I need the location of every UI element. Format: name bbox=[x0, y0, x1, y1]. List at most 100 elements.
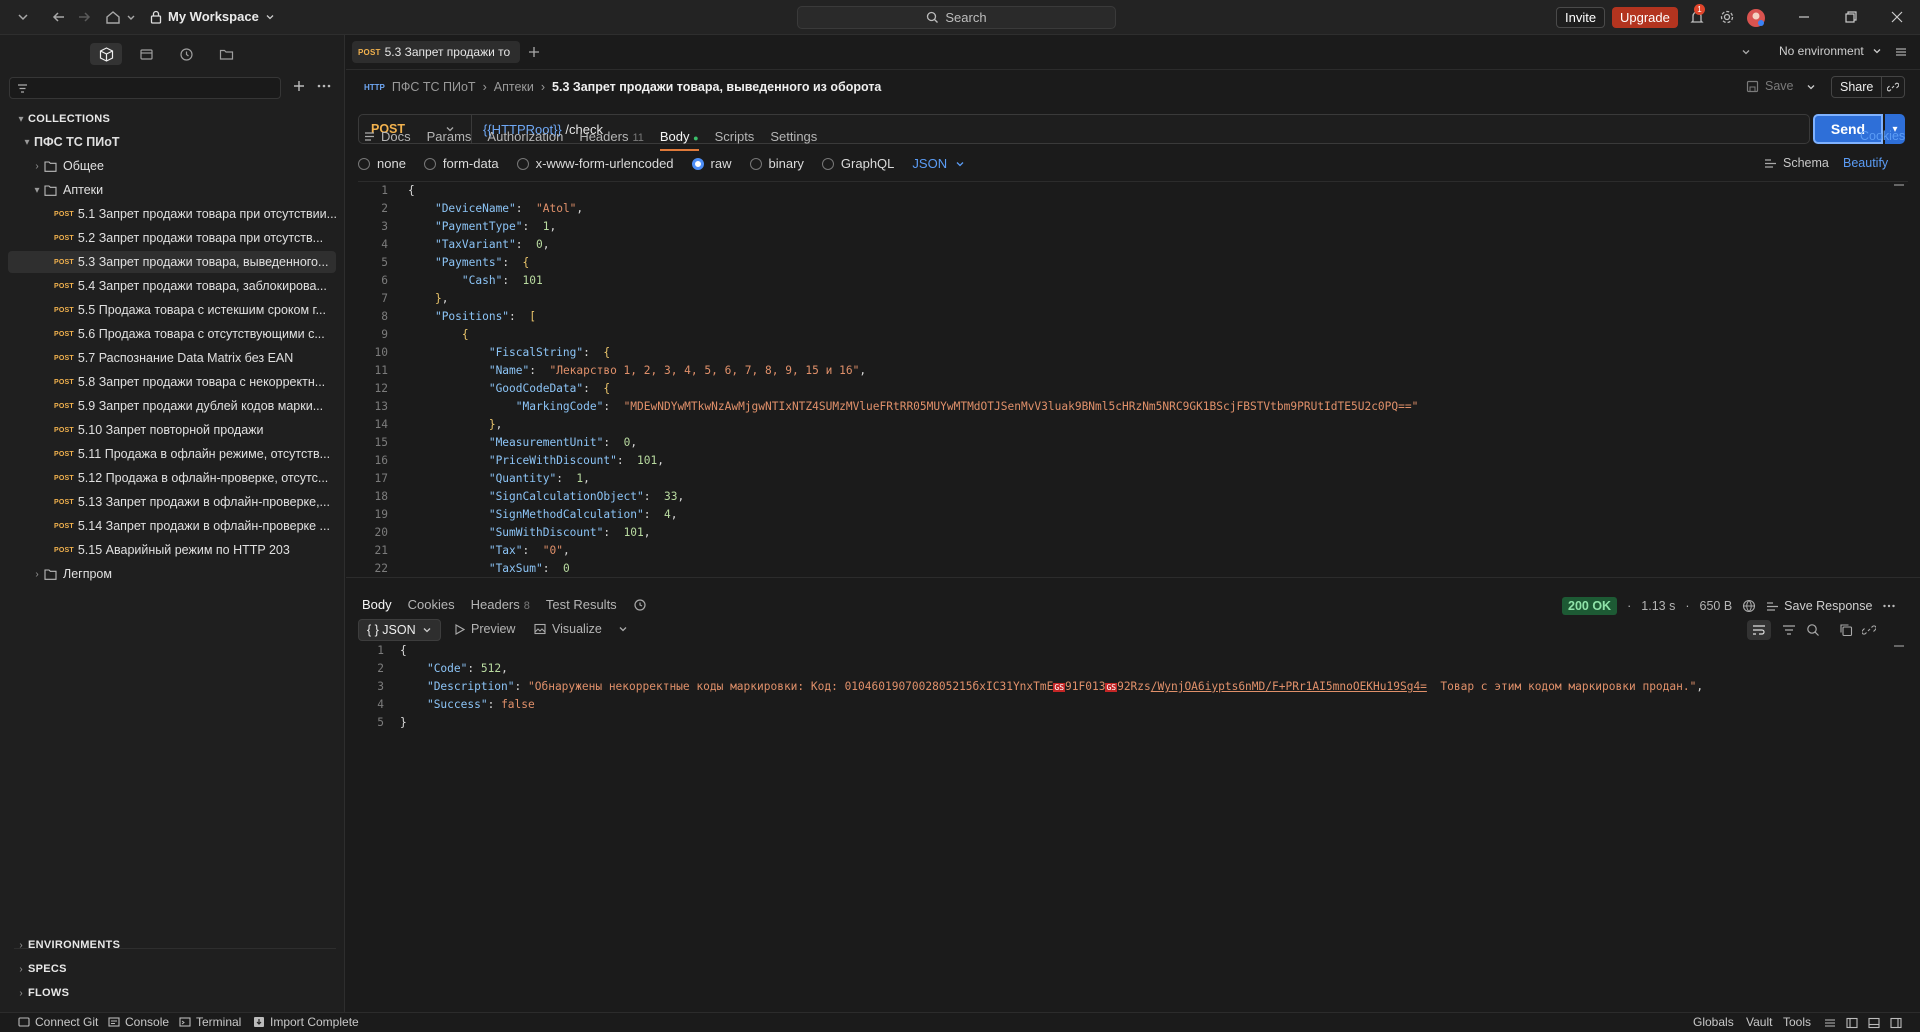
tab-scripts[interactable]: Scripts bbox=[715, 129, 755, 144]
folder-item-legprom[interactable]: › Легпром bbox=[30, 563, 368, 585]
radio-graphql[interactable]: GraphQL bbox=[821, 156, 894, 171]
sidebar-request-item[interactable]: POST 5.3 Запрет продажи товара, выведенно… bbox=[8, 251, 336, 273]
workspace-switcher[interactable]: My Workspace bbox=[150, 9, 275, 24]
save-button[interactable]: Save bbox=[1746, 79, 1794, 93]
schema-button[interactable]: Schema bbox=[1764, 156, 1829, 170]
specs-section[interactable]: › SPECS bbox=[14, 958, 352, 980]
sidebar-request-item[interactable]: POST 5.13 Запрет продажи в офлайн-проверк… bbox=[54, 491, 392, 513]
import-status[interactable]: Import Complete bbox=[253, 1015, 359, 1029]
response-scrollbar[interactable] bbox=[1894, 645, 1904, 647]
new-tab-icon[interactable] bbox=[526, 44, 542, 60]
body-format-select[interactable]: JSON bbox=[912, 156, 965, 171]
response-tab-test-results[interactable]: Test Results bbox=[546, 597, 617, 612]
collections-section-header[interactable]: ▾ COLLECTIONS bbox=[14, 108, 352, 130]
folder-item-general[interactable]: › Общее bbox=[30, 155, 368, 177]
forward-arrow-icon[interactable] bbox=[75, 8, 93, 26]
tabs-dropdown-icon[interactable] bbox=[1740, 46, 1752, 58]
sidebar-request-item[interactable]: POST 5.2 Запрет продажи товара при отсутс… bbox=[54, 227, 392, 249]
tools-button[interactable]: Tools bbox=[1783, 1015, 1811, 1029]
folder-item-pharmacies[interactable]: ▾ Аптеки bbox=[30, 179, 368, 201]
sidebar-request-item[interactable]: POST 5.15 Аварийный режим по HTTP 203 bbox=[54, 539, 392, 561]
tab-authorization[interactable]: Authorization bbox=[487, 129, 563, 144]
sidebar-request-item[interactable]: POST 5.5 Продажа товара с истекшим сроком… bbox=[54, 299, 392, 321]
sidebar-request-item[interactable]: POST 5.4 Запрет продажи товара, заблокиро… bbox=[54, 275, 392, 297]
flows-section[interactable]: › FLOWS bbox=[14, 982, 352, 1004]
add-icon[interactable] bbox=[291, 78, 307, 94]
response-size[interactable]: 650 B bbox=[1700, 599, 1733, 613]
sidebar-request-item[interactable]: POST 5.8 Запрет продажи товара с некоррек… bbox=[54, 371, 392, 393]
tab-settings[interactable]: Settings bbox=[770, 129, 817, 144]
layout-left-icon[interactable] bbox=[1846, 1017, 1858, 1029]
sidebar-request-item[interactable]: POST 5.9 Запрет продажи дублей кодов марк… bbox=[54, 395, 392, 417]
tab-body[interactable]: Body ● bbox=[659, 129, 699, 151]
copy-icon[interactable] bbox=[1839, 623, 1853, 637]
history-tab[interactable] bbox=[170, 43, 202, 65]
response-time[interactable]: 1.13 s bbox=[1641, 599, 1675, 613]
history-icon[interactable] bbox=[633, 598, 647, 612]
save-response-button[interactable]: Save Response bbox=[1766, 599, 1872, 613]
filter-icon[interactable] bbox=[1782, 623, 1796, 637]
collection-item[interactable]: ▾ ПФС ТС ПИоТ bbox=[20, 131, 358, 153]
collections-tab[interactable] bbox=[90, 43, 122, 65]
radio-binary[interactable]: binary bbox=[749, 156, 804, 171]
share-button[interactable]: Share bbox=[1831, 76, 1906, 98]
restore-icon[interactable] bbox=[1842, 8, 1860, 26]
search-icon[interactable] bbox=[1806, 623, 1820, 637]
menu-chevron-icon[interactable] bbox=[14, 8, 32, 26]
environment-selector[interactable]: No environment bbox=[1779, 44, 1882, 58]
layout-bottom-icon[interactable] bbox=[1868, 1017, 1880, 1029]
sidebar-request-item[interactable]: POST 5.12 Продажа в офлайн-проверке, отсу… bbox=[54, 467, 392, 489]
layout-right-icon[interactable] bbox=[1890, 1017, 1902, 1029]
home-dropdown-icon[interactable] bbox=[122, 8, 140, 26]
close-icon[interactable] bbox=[1888, 8, 1906, 26]
cookies-link[interactable]: Cookies bbox=[1860, 129, 1905, 143]
request-tab[interactable]: POST 5.3 Запрет продажи то bbox=[352, 41, 520, 63]
tab-docs[interactable]: Docs bbox=[364, 129, 411, 144]
save-dropdown-icon[interactable] bbox=[1806, 82, 1816, 92]
environment-settings-icon[interactable] bbox=[1894, 45, 1908, 59]
status-badge[interactable]: 200 OK bbox=[1562, 597, 1618, 615]
response-code-viewer[interactable]: 1 {2 "Code": 512, 3 "Description": "Обнару… bbox=[358, 642, 1908, 742]
invite-button[interactable]: Invite bbox=[1556, 7, 1606, 28]
response-tab-headers[interactable]: Headers 8 bbox=[471, 597, 530, 612]
sidebar-request-item[interactable]: POST 5.11 Продажа в офлайн режиме, отсутс… bbox=[54, 443, 392, 465]
sidebar-request-item[interactable]: POST 5.10 Запрет повторной продажи bbox=[54, 419, 392, 441]
files-tab[interactable] bbox=[210, 43, 242, 65]
back-arrow-icon[interactable] bbox=[50, 8, 68, 26]
search-input[interactable]: Search bbox=[797, 6, 1116, 29]
body-code-editor[interactable]: 1 {2 "DeviceName": "Atol", 3 "PaymentType"… bbox=[358, 182, 1908, 574]
minimize-icon[interactable] bbox=[1795, 8, 1813, 26]
terminal-button[interactable]: Terminal bbox=[179, 1015, 241, 1029]
globe-icon[interactable] bbox=[1742, 599, 1756, 613]
radio-form-data[interactable]: form-data bbox=[423, 156, 499, 171]
beautify-button[interactable]: Beautify bbox=[1843, 156, 1888, 170]
more-icon[interactable] bbox=[1882, 599, 1896, 613]
filter-input[interactable] bbox=[9, 77, 281, 99]
globals-button[interactable]: Globals bbox=[1693, 1015, 1734, 1029]
breadcrumb-request[interactable]: 5.3 Запрет продажи товара, выведенного и… bbox=[552, 80, 881, 94]
response-tab-body[interactable]: Body bbox=[362, 597, 392, 612]
radio-none[interactable]: none bbox=[358, 156, 406, 171]
upgrade-button[interactable]: Upgrade bbox=[1612, 7, 1678, 28]
sidebar-request-item[interactable]: POST 5.1 Запрет продажи товара при отсутс… bbox=[54, 203, 392, 225]
link-icon[interactable] bbox=[1862, 623, 1876, 637]
environments-tab[interactable] bbox=[130, 43, 162, 65]
radio-urlencoded[interactable]: x-www-form-urlencoded bbox=[516, 156, 674, 171]
editor-scrollbar[interactable] bbox=[1894, 184, 1904, 186]
response-format-select[interactable]: { } JSON bbox=[358, 619, 441, 641]
avatar[interactable] bbox=[1746, 8, 1765, 27]
console-button[interactable]: Console bbox=[108, 1015, 169, 1029]
breadcrumb-folder[interactable]: Аптеки bbox=[494, 80, 534, 94]
preview-button[interactable]: Preview bbox=[454, 622, 515, 636]
environments-section[interactable]: › ENVIRONMENTS bbox=[14, 934, 352, 956]
visualize-button[interactable]: Visualize bbox=[534, 622, 628, 636]
breadcrumb-collection[interactable]: ПФС ТС ПИоТ bbox=[392, 80, 476, 94]
tab-params[interactable]: Params bbox=[427, 129, 472, 144]
sidebar-request-item[interactable]: POST 5.14 Запрет продажи в офлайн-проверк… bbox=[54, 515, 392, 537]
tab-headers[interactable]: Headers 11 bbox=[579, 129, 644, 144]
home-icon[interactable] bbox=[104, 8, 122, 26]
radio-raw[interactable]: raw bbox=[691, 156, 732, 171]
link-icon[interactable] bbox=[1881, 77, 1904, 97]
vault-button[interactable]: Vault bbox=[1746, 1015, 1772, 1029]
sidebar-request-item[interactable]: POST 5.7 Распознание Data Matrix без EAN bbox=[54, 347, 392, 369]
